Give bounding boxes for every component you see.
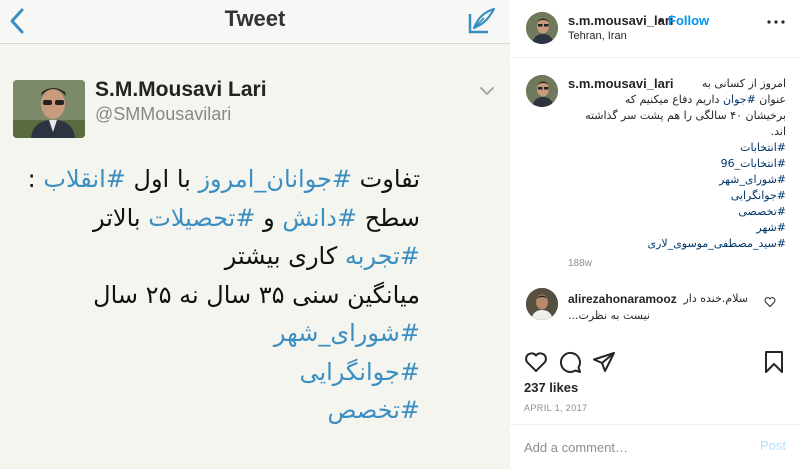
post-location[interactable]: Tehran, Iran — [568, 30, 627, 42]
text-line: عنوان #جوان داریم دفاع میکنیم که — [568, 92, 786, 108]
text-line: امروز از کسانی به — [568, 76, 786, 92]
avatar[interactable] — [526, 12, 558, 44]
text-line: میانگین سنی ۳۵ سال نه ۲۵ سال — [20, 276, 420, 315]
hashtag-link[interactable]: #انتخابات — [740, 141, 786, 154]
tweet-screenshot-image: Tweet S.M.Mousavi Lari @SMMousavilari تف… — [0, 0, 510, 469]
hashtag-link[interactable]: #جوانگرایی — [299, 358, 420, 386]
avatar[interactable] — [526, 75, 558, 107]
hashtag-link[interactable]: #تحصیلات — [148, 204, 255, 232]
hashtag-link[interactable]: #جوانان_امروز — [198, 165, 352, 193]
text-segment: تفاوت — [352, 165, 420, 193]
tweet-author-avatar — [13, 80, 85, 138]
hashtag-link[interactable]: #جوانگرایی — [731, 189, 786, 202]
text-line: سطح #دانش و #تحصیلات بالاتر — [20, 199, 420, 238]
tweet-body-text: تفاوت #جوانان_امروز با اول #انقلاب : سطح … — [20, 160, 420, 430]
share-icon[interactable] — [592, 350, 616, 374]
hashtag-link[interactable]: #تجربه — [345, 242, 420, 270]
hashtag-link[interactable]: #دانش — [282, 204, 357, 232]
chevron-down-icon — [480, 87, 494, 95]
text-segment: عنوان — [755, 93, 786, 106]
text-segment: و — [255, 203, 283, 232]
comment-text-line: نیست به نظرت... — [568, 309, 650, 322]
instagram-post-panel: s.m.mousavi_lari • Follow Tehran, Iran s… — [510, 0, 800, 469]
hashtag-link[interactable]: #شورای_شهر — [719, 173, 786, 186]
text-line: #تخصصی — [568, 204, 786, 220]
comment-icon[interactable] — [558, 350, 582, 374]
text-line: #سید_مصطفی_موسوی_لاری — [568, 236, 787, 252]
tweet-nav-bar: Tweet — [0, 0, 510, 44]
tweet-author-name: S.M.Mousavi Lari — [95, 78, 267, 101]
hashtag-link[interactable]: #انقلاب — [43, 165, 126, 193]
divider — [510, 57, 800, 58]
text-segment: بالاتر — [92, 203, 149, 232]
text-line: #انتخابات_96 — [568, 156, 786, 172]
tweet-nav-title: Tweet — [224, 6, 286, 31]
post-comment-button[interactable]: Post — [760, 438, 786, 453]
more-horizontal-icon[interactable] — [766, 18, 786, 26]
comment-text-line: سلام.خنده دار — [683, 292, 748, 305]
text-line: برخیشان ۴۰ سالگی را هم پشت سر گذاشته — [568, 108, 786, 124]
tweet-author-handle: @SMMousavilari — [95, 104, 232, 124]
text-line: #شورای_شهر — [568, 172, 786, 188]
bookmark-icon[interactable] — [762, 350, 786, 374]
text-segment: اند. — [770, 125, 786, 138]
text-segment: برخیشان ۴۰ سالگی را هم پشت سر گذاشته — [585, 109, 786, 122]
text-line: #جوانگرایی — [20, 353, 420, 392]
hashtag-link[interactable]: #تخصصی — [738, 205, 786, 218]
text-line: تفاوت #جوانان_امروز با اول #انقلاب : — [20, 160, 420, 199]
hashtag-link[interactable]: #انتخابات_96 — [721, 157, 786, 170]
compose-tweet-icon — [468, 7, 496, 34]
text-line: #شهر — [568, 220, 786, 236]
caption-text: امروز از کسانی به عنوان #جوان داریم دفاع … — [568, 76, 786, 252]
divider — [510, 424, 800, 425]
text-segment: امروز از کسانی به — [701, 77, 786, 90]
caption-timestamp: 188w — [568, 258, 592, 269]
text-line: اند. — [568, 124, 786, 140]
hashtag-link[interactable]: #تخصص — [328, 396, 421, 424]
comment-username[interactable]: alirezahonaramooz — [568, 292, 677, 306]
heart-icon[interactable] — [524, 350, 548, 374]
heart-outline-icon[interactable] — [764, 296, 776, 308]
hashtag-link[interactable]: #سید_مصطفی_موسوی_لاری — [648, 237, 787, 250]
text-line: #شورای_شهر — [20, 314, 420, 353]
likes-count[interactable]: 237 likes — [524, 380, 578, 395]
post-date[interactable]: APRIL 1, 2017 — [524, 403, 587, 413]
separator-dot: • — [658, 13, 663, 28]
text-line: #تخصص — [20, 391, 421, 430]
text-segment: با اول — [125, 165, 199, 193]
follow-button[interactable]: Follow — [668, 13, 709, 28]
add-comment-input[interactable] — [524, 438, 744, 456]
hashtag-link[interactable]: #شهر — [756, 221, 786, 234]
text-line: #تجربه کاری بیشتر — [20, 237, 420, 276]
text-segment: کاری بیشتر — [224, 242, 345, 270]
text-line: #انتخابات — [568, 140, 786, 156]
hashtag-link[interactable]: #جوان — [723, 93, 756, 106]
hashtag-link[interactable]: #شورای_شهر — [274, 319, 420, 347]
text-segment: داریم دفاع میکنیم که — [624, 93, 723, 106]
text-segment: سطح — [357, 203, 420, 232]
text-line: #جوانگرایی — [568, 188, 786, 204]
avatar[interactable] — [526, 288, 558, 320]
text-segment: : — [27, 165, 44, 193]
post-action-bar — [510, 340, 800, 380]
text-segment: میانگین سنی ۳۵ سال نه ۲۵ سال — [93, 280, 420, 309]
